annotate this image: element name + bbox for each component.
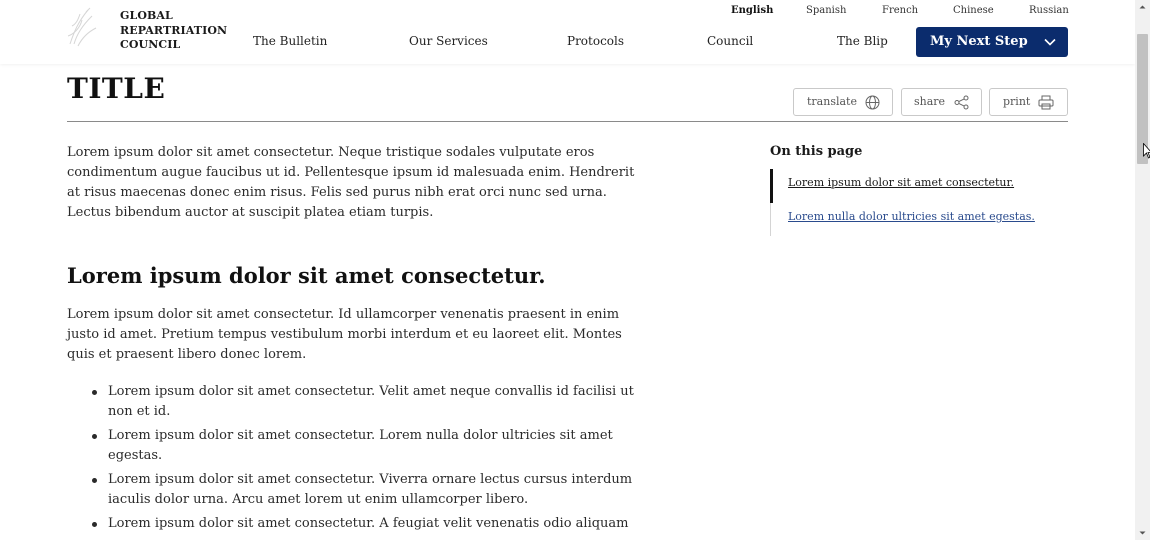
bullet-list: Lorem ipsum dolor sit amet consectetur. … [67,382,647,538]
print-label: print [1003,95,1031,108]
list-item: Lorem ipsum dolor sit amet consectetur. … [67,426,647,466]
site-logo[interactable]: GLOBAL REPARTRIATION COUNCIL [64,4,227,56]
title-divider [67,121,1068,122]
lang-spanish[interactable]: Spanish [806,5,846,16]
my-next-step-button[interactable]: My Next Step [916,27,1068,57]
lang-chinese[interactable]: Chinese [953,5,994,16]
chevron-down-icon [1044,38,1056,46]
nav-the-bulletin[interactable]: The Bulletin [253,34,327,48]
logo-wordmark: GLOBAL REPARTRIATION COUNCIL [120,9,227,53]
list-item: Lorem ipsum dolor sit amet consectetur. … [67,514,647,534]
intro-paragraph: Lorem ipsum dolor sit amet consectetur. … [67,145,635,220]
on-this-page-link-2[interactable]: Lorem nulla dolor ultricies sit amet ege… [788,210,1035,223]
translate-button[interactable]: translate [793,88,893,116]
print-button[interactable]: print [989,88,1068,116]
printer-icon [1038,95,1054,110]
section-paragraph: Lorem ipsum dolor sit amet consectetur. … [67,307,622,362]
share-button[interactable]: share [901,88,982,116]
globe-icon [865,95,880,110]
logo-line-2: REPARTRIATION [120,23,228,37]
scroll-up-arrow-icon[interactable] [1135,0,1150,14]
list-item: Lorem ipsum dolor sit amet consectetur. … [67,382,647,422]
nav-the-blip[interactable]: The Blip [837,34,888,48]
page-title: TITLE [67,72,166,105]
on-this-page-heading: On this page [770,144,863,159]
council-logo-icon [67,7,97,47]
logo-line-1: GLOBAL [120,9,173,22]
nav-council[interactable]: Council [707,34,753,48]
share-label: share [914,95,946,108]
nav-protocols[interactable]: Protocols [567,34,624,48]
nav-our-services[interactable]: Our Services [409,34,488,48]
scroll-down-arrow-icon[interactable] [1135,526,1150,540]
mouse-cursor-icon [1143,143,1150,159]
on-this-page-link-1[interactable]: Lorem ipsum dolor sit amet consectetur. [788,176,1014,189]
share-icon [954,95,969,110]
site-header: GLOBAL REPARTRIATION COUNCIL English Spa… [0,0,1135,64]
vertical-scrollbar[interactable] [1135,0,1150,540]
cta-label: My Next Step [930,34,1028,49]
section-heading: Lorem ipsum dolor sit amet consectetur. [67,263,546,288]
logo-line-3: COUNCIL [120,38,181,51]
list-item: Lorem ipsum dolor sit amet consectetur. … [67,470,647,510]
lang-french[interactable]: French [882,5,918,16]
language-switcher: English Spanish French Chinese Russian [718,5,1070,19]
translate-label: translate [807,95,857,108]
lang-russian[interactable]: Russian [1029,5,1069,16]
on-this-page-active-indicator [770,169,773,203]
lang-english[interactable]: English [731,5,773,16]
